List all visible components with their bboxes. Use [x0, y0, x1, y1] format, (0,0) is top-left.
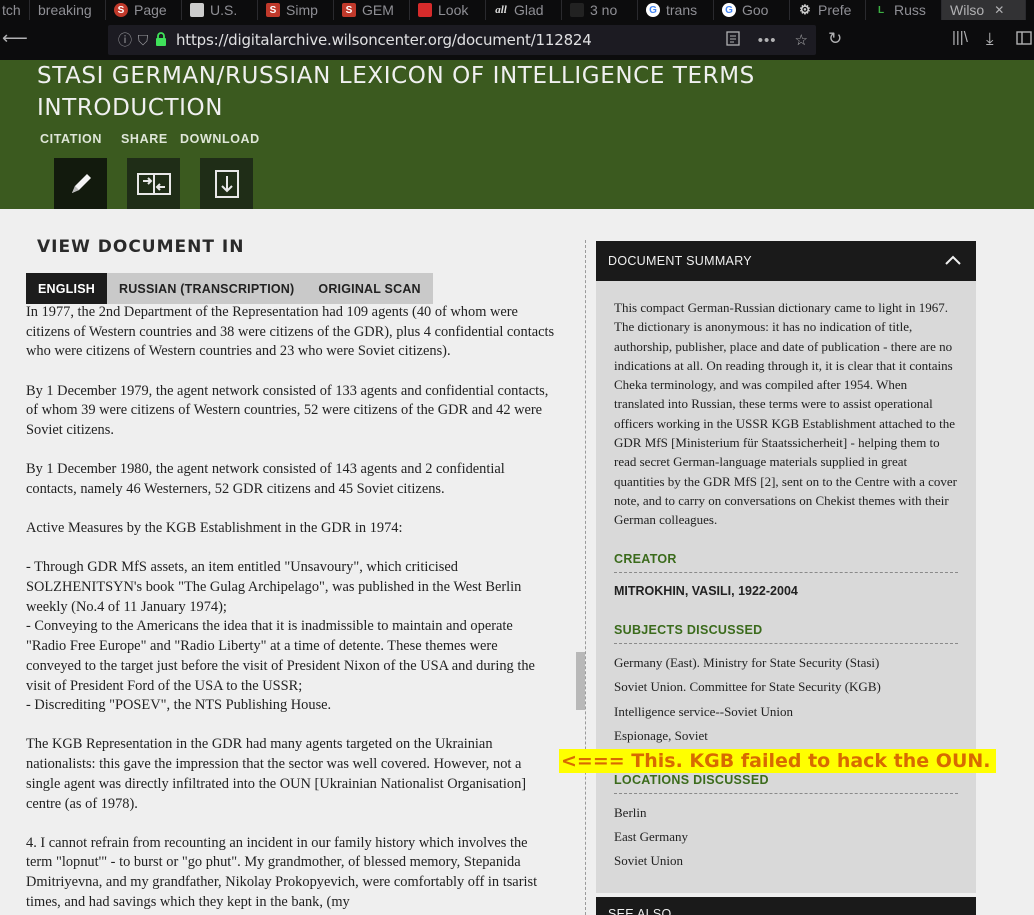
site-favicon: S [342, 3, 356, 17]
browser-tab[interactable]: Look [410, 0, 486, 20]
site-favicon [418, 3, 432, 17]
site-favicon: S [266, 3, 280, 17]
browser-tab[interactable]: tch [0, 0, 30, 20]
browser-nav-bar: ⟵ ⓘ ⛉ https://digitalarchive.wilsoncente… [0, 20, 1034, 60]
site-favicon: L [877, 4, 885, 16]
google-icon: G [722, 3, 736, 17]
reader-view-icon[interactable] [726, 30, 740, 50]
browser-tab[interactable]: G Goo [714, 0, 790, 20]
annotation-note: <=== This. KGB failed to hack the OUN. [559, 749, 996, 773]
paragraph: By 1 December 1979, the agent network co… [26, 382, 549, 439]
citation-button[interactable] [54, 158, 107, 209]
document-header: STASI GERMAN/RUSSIAN LEXICON OF INTELLIG… [0, 60, 1034, 209]
download-button[interactable] [200, 158, 253, 209]
bookmark-star-icon[interactable]: ☆ [795, 31, 808, 49]
share-label: SHARE [121, 132, 168, 146]
column-divider [585, 240, 586, 915]
paragraph: Active Measures by the KGB Establishment… [26, 520, 403, 537]
subject-link[interactable]: Intelligence service--Soviet Union [614, 704, 793, 720]
see-also-header[interactable]: SEE ALSO [596, 897, 976, 915]
url-bar[interactable]: ⓘ ⛉ https://digitalarchive.wilsoncenter.… [108, 25, 816, 55]
page-actions-icon[interactable]: ••• [758, 32, 777, 49]
share-button[interactable] [127, 158, 180, 209]
sidebar-icon[interactable] [1016, 30, 1032, 50]
document-summary-header[interactable]: DOCUMENT SUMMARY [596, 241, 976, 281]
browser-tab-strip: tch breaking S Page U.S. S Simp S GEM Look … [0, 0, 1034, 20]
site-favicon: all [495, 4, 507, 16]
creator-heading: CREATOR [614, 552, 958, 573]
library-icon[interactable]: |||\ [952, 29, 968, 46]
browser-tab[interactable]: S Page [106, 0, 182, 20]
browser-tab[interactable]: S Simp [258, 0, 334, 20]
site-favicon [570, 3, 584, 17]
summary-text: This compact German-Russian dictionary c… [614, 300, 957, 528]
close-tab-icon[interactable]: ✕ [994, 3, 1004, 17]
browser-tab[interactable]: S GEM [334, 0, 410, 20]
gear-icon: ⚙ [799, 2, 811, 17]
language-tabs: ENGLISH RUSSIAN (TRANSCRIPTION) ORIGINAL… [26, 273, 433, 304]
pencil-icon [71, 173, 91, 193]
tab-english[interactable]: ENGLISH [26, 273, 107, 304]
paragraph: By 1 December 1980, the agent network co… [26, 461, 505, 497]
citation-label: CITATION [40, 132, 102, 146]
browser-tab[interactable]: U.S. [182, 0, 258, 20]
paragraph: In 1977, the 2nd Department of the Repre… [26, 304, 555, 360]
document-summary-panel: This compact German-Russian dictionary c… [596, 281, 976, 893]
paragraph: - Conveying to the Americans the idea th… [26, 618, 535, 694]
browser-tab[interactable]: 3 no [562, 0, 638, 20]
reload-icon[interactable]: ↻ [828, 29, 842, 49]
browser-tab[interactable]: Gtrans [638, 0, 714, 20]
subject-link[interactable]: Germany (East). Ministry for State Secur… [614, 655, 879, 671]
download-icon[interactable]: ⤓ [986, 29, 994, 49]
browser-tab[interactable]: all Glad [486, 0, 562, 20]
url-text[interactable]: https://digitalarchive.wilsoncenter.org/… [176, 31, 592, 49]
chevron-up-icon[interactable] [944, 254, 962, 266]
back-icon[interactable]: ⟵ [2, 28, 28, 49]
subjects-heading: SUBJECTS DISCUSSED [614, 623, 958, 644]
document-text: In 1977, the 2nd Department of the Repre… [26, 303, 556, 915]
paragraph: 4. I cannot refrain from recounting an i… [26, 834, 538, 910]
location-link[interactable]: East Germany [614, 829, 688, 845]
location-link[interactable]: Soviet Union [614, 853, 683, 869]
download-label: DOWNLOAD [180, 132, 260, 146]
browser-tab-active[interactable]: Wilso ✕ [942, 0, 1026, 20]
browser-tab[interactable]: ⚙ Prefe [790, 0, 866, 20]
view-document-heading: VIEW DOCUMENT IN [37, 237, 245, 257]
subject-link[interactable]: Espionage, Soviet [614, 728, 708, 744]
site-favicon: S [114, 3, 128, 17]
paragraph: - Discrediting "POSEV", the NTS Publishi… [26, 697, 332, 714]
document-title: STASI GERMAN/RUSSIAN LEXICON OF INTELLIG… [37, 63, 755, 121]
locations-heading: LOCATIONS DISCUSSED [614, 773, 958, 794]
paragraph: The KGB Representation in the GDR had ma… [26, 736, 527, 812]
share-icon [136, 172, 171, 195]
browser-tab[interactable]: L Russ [866, 0, 942, 20]
tab-russian-transcription[interactable]: RUSSIAN (TRANSCRIPTION) [106, 273, 307, 304]
paragraph: - Through GDR MfS assets, an item entitl… [26, 559, 522, 615]
google-icon: G [646, 3, 660, 17]
tab-original-scan[interactable]: ORIGINAL SCAN [306, 273, 433, 304]
info-icon[interactable]: ⓘ [116, 30, 134, 50]
shield-icon[interactable]: ⛉ [134, 32, 152, 49]
lock-icon [152, 31, 170, 49]
site-favicon [190, 3, 204, 17]
subject-link[interactable]: Soviet Union. Committee for State Securi… [614, 679, 881, 695]
scrollbar-thumb[interactable] [576, 652, 585, 710]
summary-heading: DOCUMENT SUMMARY [608, 254, 752, 268]
creator-link[interactable]: MITROKHIN, VASILI, 1922-2004 [614, 584, 798, 598]
location-link[interactable]: Berlin [614, 805, 647, 821]
download-icon [214, 169, 239, 198]
browser-tab[interactable]: breaking [30, 0, 106, 20]
